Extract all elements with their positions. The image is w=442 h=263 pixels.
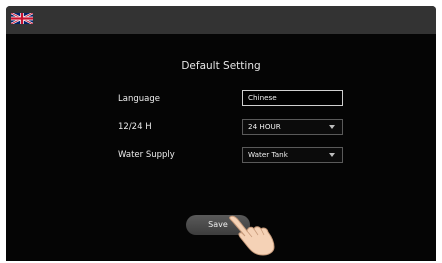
water-supply-value: Water Tank <box>248 150 288 159</box>
chevron-down-icon <box>329 153 335 157</box>
time-format-select[interactable]: 24 HOUR <box>242 119 343 135</box>
uk-flag-icon[interactable] <box>11 11 33 26</box>
pointing-hand-icon <box>229 215 275 256</box>
water-supply-select[interactable]: Water Tank <box>242 147 343 163</box>
language-input[interactable]: Chinese <box>242 90 343 106</box>
water-supply-label: Water Supply <box>118 150 175 160</box>
page-title: Default Setting <box>181 60 261 72</box>
time-format-label: 12/24 H <box>118 122 152 132</box>
time-format-value: 24 HOUR <box>248 122 281 131</box>
language-value: Chinese <box>248 93 277 102</box>
chevron-down-icon <box>329 125 335 129</box>
top-bar <box>6 6 436 34</box>
language-label: Language <box>118 94 160 104</box>
